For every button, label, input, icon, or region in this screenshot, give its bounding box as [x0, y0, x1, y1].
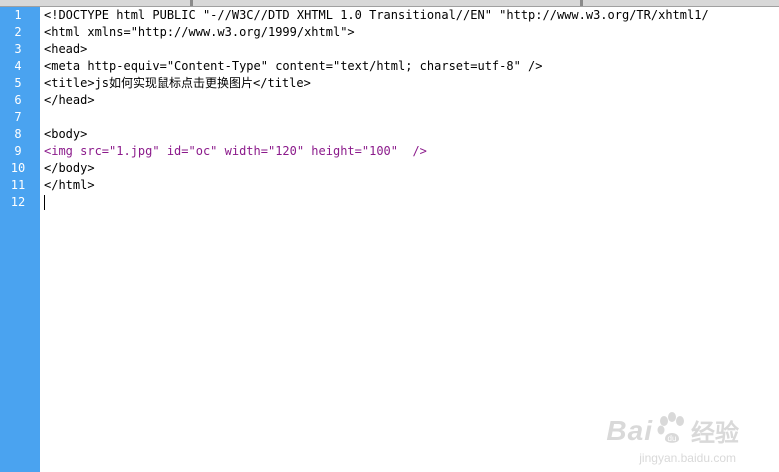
line-number: 1 [14, 8, 22, 22]
code-line[interactable]: <head> [40, 41, 779, 58]
code-line[interactable] [40, 109, 779, 126]
code-line[interactable]: <!DOCTYPE html PUBLIC "-//W3C//DTD XHTML… [40, 7, 779, 24]
code-line[interactable]: <meta http-equiv="Content-Type" content=… [40, 58, 779, 75]
code-line[interactable]: </html> [40, 177, 779, 194]
line-number: 7 [14, 110, 22, 124]
line-number: 2 [14, 25, 22, 39]
tab-edge [190, 0, 193, 6]
watermark-cn: 经验 [691, 420, 739, 447]
watermark-url: jingyan.baidu.com [639, 451, 736, 465]
line-number: 11 [10, 178, 26, 192]
line-number: 9 [14, 144, 22, 158]
line-number: 6 [14, 93, 22, 107]
svg-text:du: du [668, 434, 677, 443]
watermark-brand: Bai [606, 414, 653, 446]
line-number: 4 [14, 59, 22, 73]
current-code-line[interactable] [40, 194, 779, 211]
line-number: 12 [10, 195, 26, 209]
code-line[interactable]: </head> [40, 92, 779, 109]
paw-icon: du [655, 411, 689, 450]
tab-edge [580, 0, 583, 6]
line-number: 10 [10, 161, 26, 175]
code-line[interactable]: <img src="1.jpg" id="oc" width="120" hei… [40, 143, 779, 160]
code-editor[interactable]: <!DOCTYPE html PUBLIC "-//W3C//DTD XHTML… [40, 7, 779, 472]
line-number: 8 [14, 127, 22, 141]
text-caret [44, 195, 45, 210]
line-number-gutter: 1 2 3 4 5 6 7 8 9 10 11 12 [0, 7, 40, 472]
tab-strip[interactable] [0, 0, 779, 7]
baidu-watermark: Bai du 经验 [606, 411, 739, 450]
code-line[interactable]: </body> [40, 160, 779, 177]
code-line[interactable]: <html xmlns="http://www.w3.org/1999/xhtm… [40, 24, 779, 41]
line-number: 5 [14, 76, 22, 90]
code-line[interactable]: <body> [40, 126, 779, 143]
line-number: 3 [14, 42, 22, 56]
code-line[interactable]: <title>js如何实现鼠标点击更换图片</title> [40, 75, 779, 92]
editor-window: 1 2 3 4 5 6 7 8 9 10 11 12 <!DOCTYPE htm… [0, 0, 779, 472]
